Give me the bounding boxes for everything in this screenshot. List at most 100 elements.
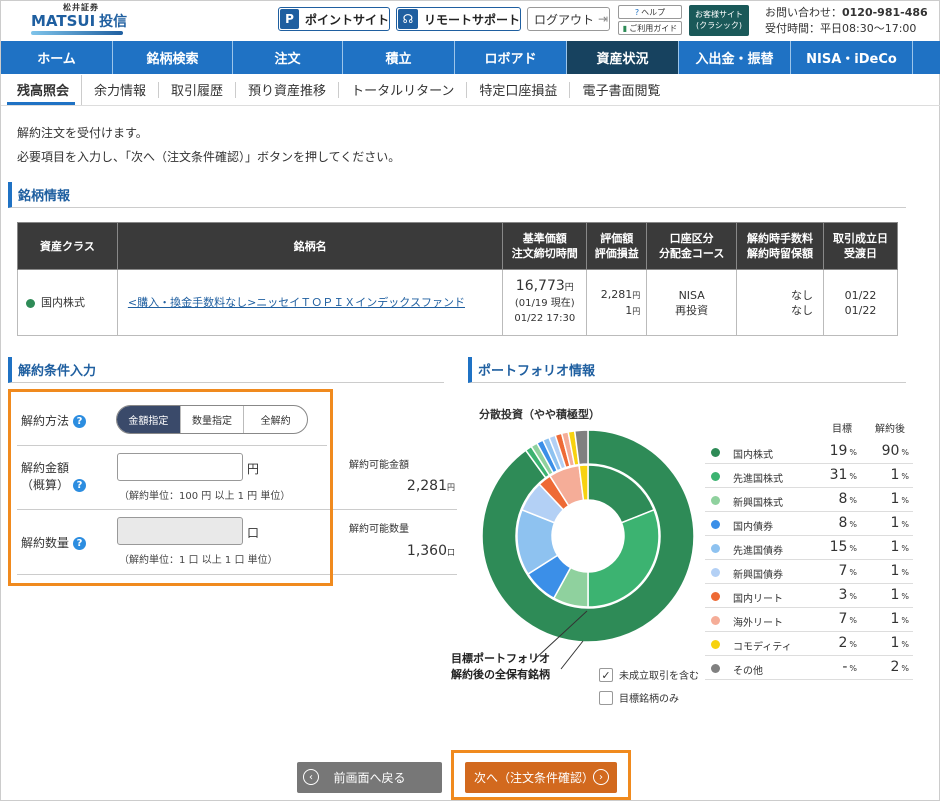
form-title: 解約条件入力 bbox=[8, 357, 444, 383]
subnav-asset-trend[interactable]: 預り資産推移 bbox=[236, 81, 340, 99]
subnav-tokutei[interactable]: 特定口座損益 bbox=[467, 81, 571, 99]
logout-icon: ⇥ bbox=[598, 12, 609, 26]
legend-name: 新興国株式 bbox=[733, 498, 783, 509]
list-item: 海外リート 7% 1% bbox=[705, 608, 913, 632]
legend-dot-icon bbox=[711, 568, 720, 577]
fund-name-link[interactable]: <購入・換金手数料なし>ニッセイＴＯＰＩＸインデックスファンド bbox=[128, 296, 465, 309]
target-only-checkbox[interactable] bbox=[599, 691, 613, 705]
nav-transfer[interactable]: 入出金・振替 bbox=[679, 41, 791, 74]
chart-labels: 目標ポートフォリオ 解約後の全保有銘柄 bbox=[451, 651, 550, 683]
fund-info-title: 銘柄情報 bbox=[8, 182, 906, 208]
legend-target: 7% bbox=[838, 563, 857, 579]
nav-roboad[interactable]: ロボアド bbox=[455, 41, 567, 74]
guide-button[interactable]: ▮ ご利用ガイド bbox=[618, 21, 682, 35]
available-amount-label: 解約可能金額 bbox=[349, 460, 409, 471]
fund-table-header: 資産クラス 銘柄名 基準価額 注文締切時間 評価額 評価損益 口座区分 分配金コース … bbox=[17, 222, 898, 270]
legend-dot-icon bbox=[711, 520, 720, 529]
brand-sub-text: 投信 bbox=[99, 14, 128, 30]
target-only-label: 目標銘柄のみ bbox=[619, 694, 679, 705]
legend-name: 新興国債券 bbox=[733, 570, 783, 581]
legend-dot-icon bbox=[711, 616, 720, 625]
logo-wave bbox=[31, 31, 123, 35]
legend-name: 国内債券 bbox=[733, 522, 773, 533]
cell-asset-class: 国内株式 bbox=[17, 269, 118, 336]
headset-icon: ☊ bbox=[398, 9, 418, 29]
legend-target: 15% bbox=[829, 539, 857, 555]
chevron-left-icon: ‹ bbox=[303, 769, 319, 785]
nav-nisa-ideco[interactable]: NISA・iDeCo bbox=[791, 41, 913, 74]
cell-fund-name: <購入・換金手数料なし>ニッセイＴＯＰＩＸインデックスファンド bbox=[116, 269, 504, 336]
subnav-balance[interactable]: 残高照会 bbox=[1, 74, 83, 105]
th-fee: 解約時手数料 解約時留保額 bbox=[736, 222, 824, 270]
subnav-e-docs[interactable]: 電子書面閲覧 bbox=[570, 82, 672, 99]
nav-search[interactable]: 銘柄検索 bbox=[113, 41, 233, 74]
col-target-header: 目標 bbox=[832, 424, 852, 435]
available-quantity-value: 1,360口 bbox=[406, 543, 455, 559]
legend-after: 1% bbox=[890, 611, 909, 627]
legend-target: 7% bbox=[838, 611, 857, 627]
available-amount-value: 2,281円 bbox=[406, 478, 455, 494]
cell-fee: なし なし bbox=[736, 269, 824, 336]
legend-after: 1% bbox=[890, 635, 909, 651]
legend-target: 19% bbox=[829, 443, 857, 459]
chevron-right-icon: › bbox=[593, 769, 609, 785]
list-item: 先進国株式 31% 1% bbox=[705, 464, 913, 488]
contact-info: お問い合わせ：0120-981-486 受付時間：平日08:30～17:00 bbox=[765, 6, 928, 35]
include-pending-checkbox[interactable]: ✓ bbox=[599, 668, 613, 682]
th-dates: 取引成立日 受渡日 bbox=[823, 222, 898, 270]
legend-name: 先進国債券 bbox=[733, 546, 783, 557]
fund-table: 資産クラス 銘柄名 基準価額 注文締切時間 評価額 評価損益 口座区分 分配金コース … bbox=[17, 222, 898, 336]
remote-support-button[interactable]: ☊ リモートサポート bbox=[396, 7, 521, 31]
cell-account: NISA 再投資 bbox=[646, 269, 738, 336]
th-account: 口座区分 分配金コース bbox=[646, 222, 738, 270]
available-quantity-label: 解約可能数量 bbox=[349, 524, 409, 535]
list-item: コモディティ 2% 1% bbox=[705, 632, 913, 656]
next-button[interactable]: 次へ（注文条件確認） › bbox=[465, 762, 617, 793]
list-item: 国内株式 19% 90% bbox=[705, 440, 913, 464]
nav-tsumitate[interactable]: 積立 bbox=[343, 41, 455, 74]
help-icon: ? bbox=[634, 7, 640, 17]
th-base-price: 基準価額 注文締切時間 bbox=[502, 222, 588, 270]
cell-dates: 01/22 01/22 bbox=[823, 269, 898, 336]
brand-main-text: MATSUI bbox=[31, 12, 96, 30]
inner-ring bbox=[516, 464, 660, 608]
list-item: 国内債券 8% 1% bbox=[705, 512, 913, 536]
asset-dot-icon bbox=[26, 298, 35, 308]
legend-target: 2% bbox=[838, 635, 857, 651]
back-button[interactable]: ‹ 前画面へ戻る bbox=[297, 762, 442, 793]
cell-base-price: 16,773円 (01/19 現在) 01/22 17:30 bbox=[502, 269, 588, 336]
nav-order[interactable]: 注文 bbox=[233, 41, 343, 74]
legend-dot-icon bbox=[711, 592, 720, 601]
nav-assets[interactable]: 資産状況 bbox=[567, 41, 679, 74]
legend-after: 90% bbox=[881, 443, 909, 459]
legend-dot-icon bbox=[711, 496, 720, 505]
legend-name: 国内株式 bbox=[733, 450, 773, 461]
p-icon: P bbox=[280, 9, 299, 29]
book-icon: ▮ bbox=[622, 23, 628, 33]
subnav-history[interactable]: 取引履歴 bbox=[159, 81, 237, 99]
legend-after: 1% bbox=[890, 467, 909, 483]
portfolio-title: ポートフォリオ情報 bbox=[468, 357, 906, 383]
main-nav: ホーム 銘柄検索 注文 積立 ロボアド 資産状況 入出金・振替 NISA・iDe… bbox=[1, 41, 940, 74]
point-site-button[interactable]: P ポイントサイト bbox=[278, 7, 390, 31]
logout-button[interactable]: ログアウト ⇥ bbox=[527, 7, 610, 31]
include-pending-label: 未成立取引を含む bbox=[619, 671, 699, 682]
instruction-line-2: 必要項目を入力し、「次へ（注文条件確認）」ボタンを押してください。 bbox=[17, 150, 401, 164]
col-after-header: 解約後 bbox=[875, 424, 905, 435]
classic-site-button[interactable]: お客様サイト (クラシック) bbox=[689, 5, 749, 36]
list-item: 国内リート 3% 1% bbox=[705, 584, 913, 608]
target-portfolio-label: 目標ポートフォリオ bbox=[451, 652, 550, 665]
after-holdings-label: 解約後の全保有銘柄 bbox=[451, 668, 550, 681]
instruction-line-1: 解約注文を受付けます。 bbox=[17, 126, 148, 140]
legend-dot-icon bbox=[711, 664, 720, 673]
legend-after: 1% bbox=[890, 515, 909, 531]
highlight-frame bbox=[8, 389, 333, 586]
legend-name: 海外リート bbox=[733, 618, 783, 629]
brand-logo[interactable]: MATSUI 投信 bbox=[31, 11, 127, 31]
subnav-buying-power[interactable]: 余力情報 bbox=[82, 81, 160, 99]
cell-valuation: 2,281円 1円 bbox=[586, 269, 648, 336]
nav-home[interactable]: ホーム bbox=[1, 41, 113, 74]
th-valuation: 評価額 評価損益 bbox=[586, 222, 648, 270]
help-button[interactable]: ? ヘルプ bbox=[618, 5, 682, 19]
subnav-total-return[interactable]: トータルリターン bbox=[339, 81, 468, 99]
